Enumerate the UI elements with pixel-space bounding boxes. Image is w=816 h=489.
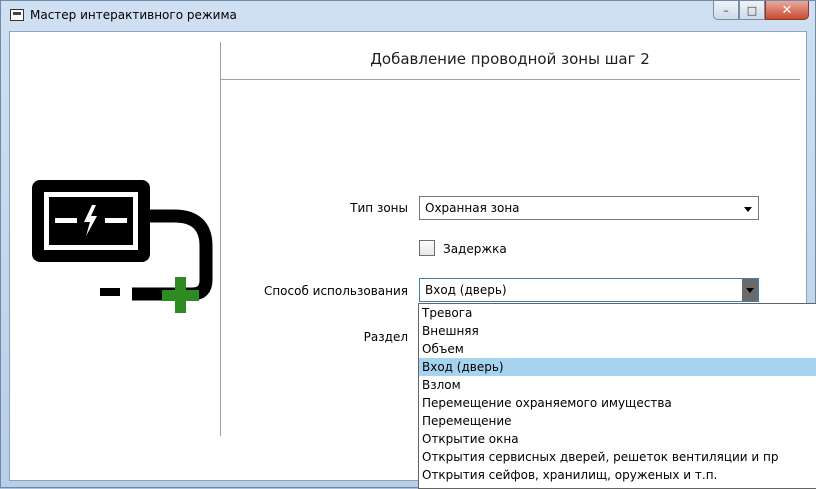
close-button[interactable]: ✕ (765, 1, 809, 20)
usage-label: Способ использования (263, 284, 408, 298)
window-title: Мастер интерактивного режима (30, 8, 237, 22)
title-bar[interactable]: Мастер интерактивного режима – □ ✕ (1, 1, 815, 31)
chevron-down-icon (746, 288, 754, 293)
header-divider (220, 79, 800, 80)
dropdown-item[interactable]: Тревога (419, 304, 816, 322)
window-icon (10, 9, 24, 21)
dropdown-item[interactable]: Открытия сейфов, хранилищ, оруженых и т.… (419, 466, 816, 484)
step-title: Добавление проводной зоны шаг 2 (370, 50, 650, 68)
delay-label: Задержка (443, 242, 507, 256)
minimize-button[interactable]: – (713, 1, 739, 20)
wizard-window: Мастер интерактивного режима – □ ✕ Добав… (0, 0, 816, 489)
minimize-icon: – (723, 3, 729, 17)
zone-type-value: Охранная зона (425, 201, 520, 215)
dropdown-item[interactable]: Открытие окна (419, 430, 816, 448)
usage-dropdown-list[interactable]: Тревога Внешняя Объем Вход (дверь) Взлом… (418, 303, 816, 489)
usage-value: Вход (дверь) (425, 283, 507, 297)
dropdown-item[interactable]: Перемещение охраняемого имущества (419, 394, 816, 412)
usage-dropdown-button[interactable] (742, 279, 758, 301)
zone-type-label: Тип зоны (350, 201, 408, 215)
dropdown-item-selected[interactable]: Вход (дверь) (419, 358, 816, 376)
vertical-divider (220, 42, 221, 436)
maximize-button[interactable]: □ (739, 1, 765, 20)
dropdown-item[interactable]: Взлом (419, 376, 816, 394)
chevron-down-icon (744, 207, 752, 212)
dropdown-item[interactable]: Объем (419, 340, 816, 358)
wired-zone-add-icon (32, 180, 213, 313)
dropdown-item[interactable]: Перемещение (419, 412, 816, 430)
usage-select[interactable]: Вход (дверь) (419, 278, 759, 302)
caption-buttons: – □ ✕ (713, 1, 809, 21)
section-label: Раздел (363, 330, 408, 344)
dropdown-item[interactable]: Открытия сервисных дверей, решеток венти… (419, 448, 816, 466)
delay-checkbox[interactable] (419, 240, 435, 256)
maximize-icon: □ (746, 3, 758, 17)
close-icon: ✕ (781, 2, 793, 18)
zone-type-select[interactable]: Охранная зона (419, 196, 759, 220)
dropdown-item[interactable]: Внешняя (419, 322, 816, 340)
